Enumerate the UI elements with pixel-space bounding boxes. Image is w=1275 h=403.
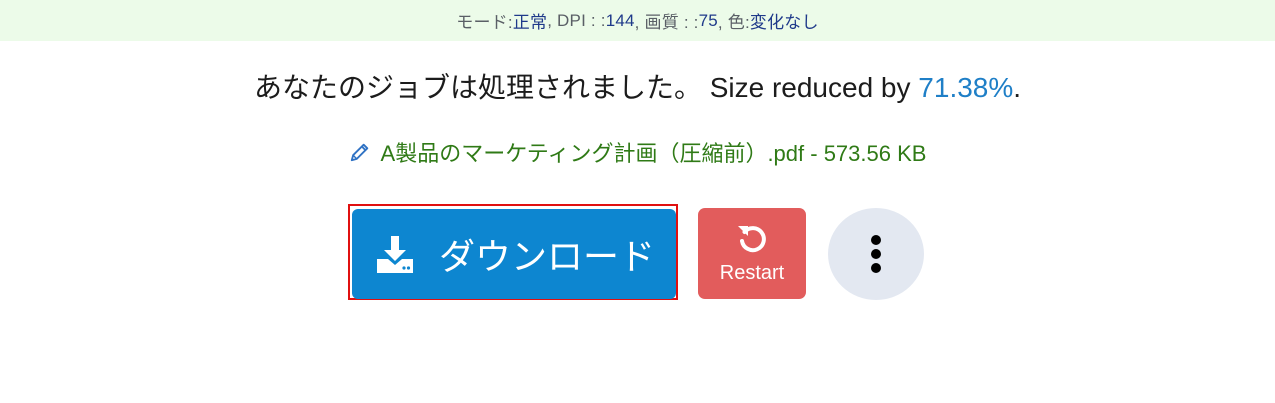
file-name-row[interactable]: A製品のマーケティング計画（圧縮前）.pdf - 573.56 KB	[0, 136, 1275, 168]
restart-icon	[738, 226, 766, 253]
file-name: A製品のマーケティング計画（圧縮前）.pdf - 573.56 KB	[380, 141, 927, 166]
restart-button[interactable]: Restart	[698, 208, 806, 299]
mode-value: 正常	[512, 13, 548, 32]
reduction-percent: 71.38%	[918, 72, 1014, 103]
quality-value: 75	[698, 10, 718, 30]
dpi-label: , DPI : :	[547, 10, 606, 30]
download-label: ダウンロード	[438, 236, 655, 277]
download-button[interactable]: ダウンロード	[352, 209, 676, 299]
action-buttons: ダウンロード Restart	[0, 204, 1275, 304]
more-options-button[interactable]	[828, 208, 924, 300]
dpi-value: 144	[605, 10, 635, 30]
more-vertical-icon	[871, 235, 881, 273]
pencil-icon[interactable]	[349, 141, 371, 163]
result-message: あなたのジョブは処理されました。 Size reduced by 71.38%.	[0, 66, 1275, 106]
result-period: .	[1013, 72, 1022, 103]
color-value: 変化なし	[749, 13, 819, 32]
settings-summary-bar: モード: 正常, DPI : : 144, 画質 : : 75, 色: 変化なし	[0, 0, 1275, 41]
color-label: , 色:	[717, 13, 750, 32]
quality-label: , 画質 : :	[634, 13, 699, 32]
restart-label: Restart	[719, 262, 785, 284]
mode-label: モード:	[456, 13, 513, 32]
download-icon	[376, 236, 413, 273]
result-text: あなたのジョブは処理されました。 Size reduced by	[253, 72, 919, 103]
